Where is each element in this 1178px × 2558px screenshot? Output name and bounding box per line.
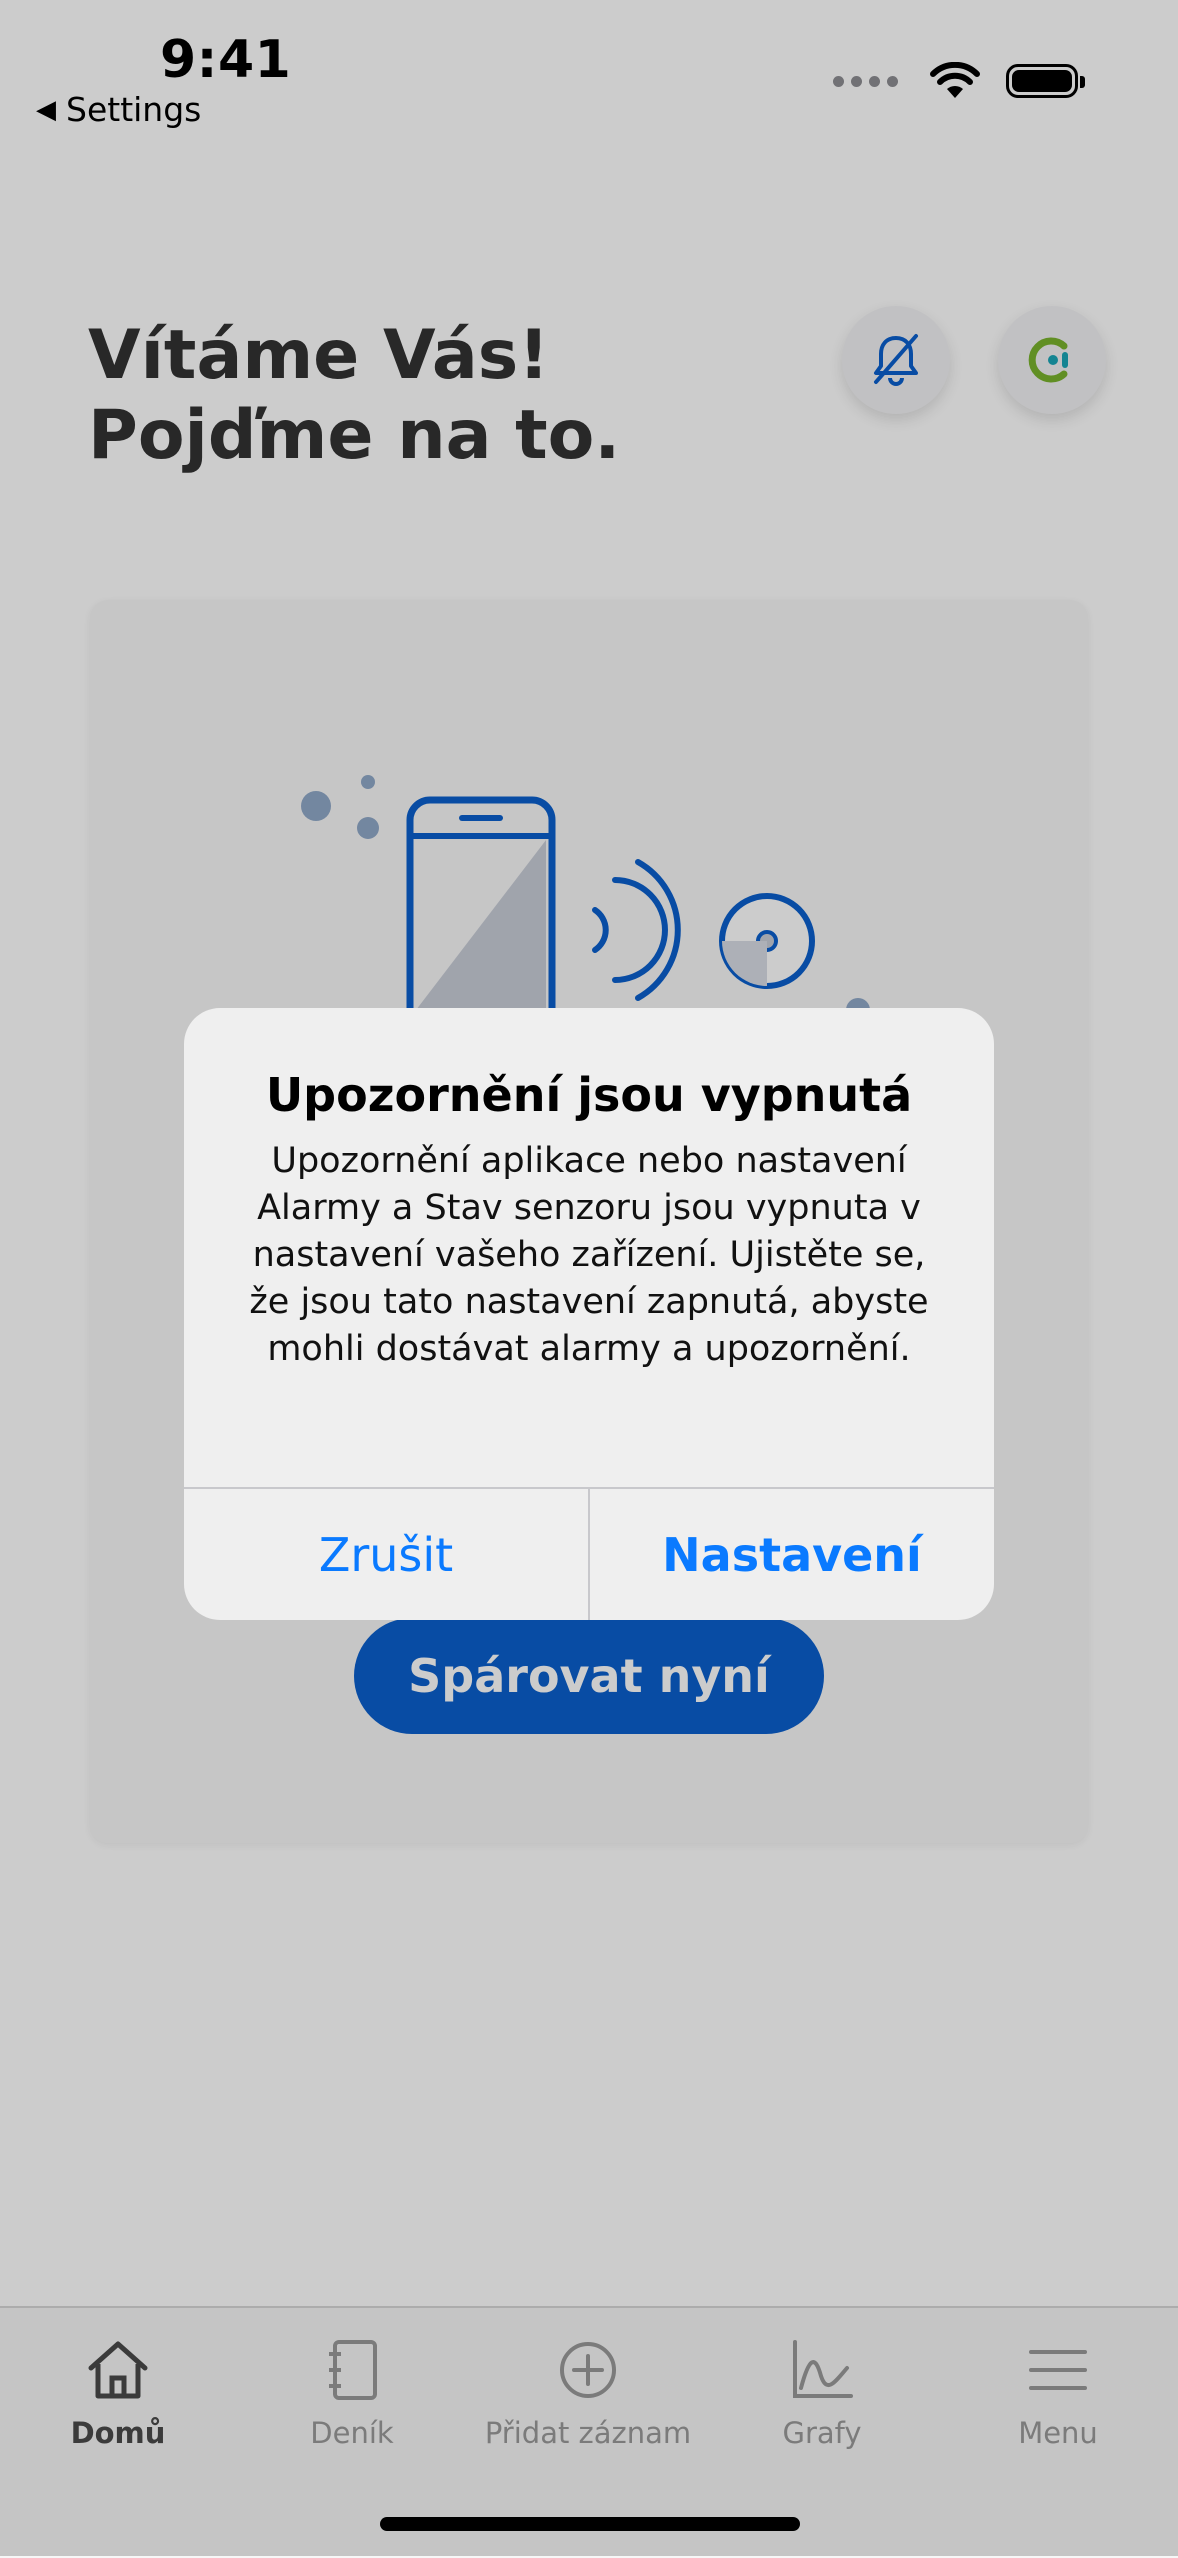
- cancel-button[interactable]: Zrušit: [184, 1489, 588, 1620]
- open-settings-button[interactable]: Nastavení: [590, 1489, 994, 1620]
- alert-message: Upozornění aplikace nebo nastavení Alarm…: [249, 1141, 929, 1369]
- alert-title: Upozornění jsou vypnutá: [265, 1068, 913, 1122]
- notifications-off-alert: Upozornění jsou vypnutá Upozornění aplik…: [184, 1008, 994, 1620]
- app-screen: 9:41 ◀ Settings Vítáme Vás! Pojďme na to…: [0, 0, 1178, 2558]
